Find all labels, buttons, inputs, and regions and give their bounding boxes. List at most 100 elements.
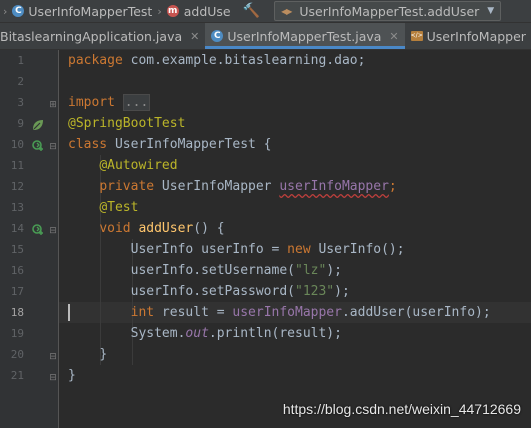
line-number: 11 [10,159,24,172]
tab-bitaslearning-application[interactable]: BitaslearningApplication.java ✕ [0,23,205,49]
chevron-right-icon: › [3,4,8,18]
breadcrumb-class-label: UserInfoMapperTest [28,3,153,19]
tab-label: UserInfoMapper [426,28,526,44]
editor-tab-bar: BitaslearningApplication.java ✕ C UserIn… [0,23,531,50]
class-icon: C [12,5,25,17]
breadcrumb-method-label: addUse [183,3,231,19]
fold-end-icon[interactable]: ⊟ [49,374,57,383]
code-line-13: @Test [68,197,138,218]
semicolon: ; [388,179,397,194]
code-text: .addUser(userInfo); [341,305,491,320]
line-number: 2 [17,75,24,88]
code-line-15: UserInfo userInfo = new UserInfo(); [68,239,405,260]
annotation: @Autowired [99,158,178,173]
code-line-9: @SpringBootTest [68,113,185,134]
method-icon: m [166,5,179,17]
code-text: ); [326,263,342,278]
code-line-12: private UserInfoMapper userInfoMapper; [68,176,397,197]
closing-brace: } [99,347,108,362]
code-text: UserInfo userInfo = [130,242,288,257]
line-number: 15 [10,243,24,256]
keyword: import [68,95,115,110]
code-line-3: import ... [68,92,151,113]
code-text: System. [130,326,186,341]
build-hammer-icon[interactable]: 🔨 [243,3,260,19]
test-class-icon: C [211,30,224,42]
close-icon[interactable]: ✕ [190,30,199,43]
tab-label: BitaslearningApplication.java [0,28,183,44]
line-number: 3 [17,96,24,109]
run-test-icon[interactable] [31,223,45,237]
code-text: userInfo.setPassword( [130,284,295,299]
code-text: result = [154,305,233,320]
breadcrumb-class[interactable]: C UserInfoMapperTest [10,0,154,22]
code-line-10: class UserInfoMapperTest { [68,134,272,155]
line-number: 9 [17,117,24,130]
spring-bean-icon[interactable] [31,118,45,132]
line-number: 19 [10,327,24,340]
chevron-right-icon: › [157,4,162,18]
code-line-14: void addUser() { [68,218,225,239]
code-text: UserInfoMapperTest { [107,137,272,152]
string-literal: "lz" [295,263,327,278]
run-test-icon[interactable] [31,139,45,153]
code-line-1: package com.example.bitaslearning.dao; [68,50,365,71]
run-config-icon: ◀▶ [281,6,292,16]
run-config-label: UserInfoMapperTest.addUser [299,3,480,19]
mapper-xml-icon: </> [410,31,423,41]
tab-user-info-mapper[interactable]: </> UserInfoMapper [405,23,531,49]
fold-minus-icon[interactable]: ⊟ [49,143,57,152]
code-text: () { [193,221,225,236]
close-icon[interactable]: ✕ [389,30,398,43]
line-number: 20 [10,348,24,361]
fold-end-icon[interactable]: ⊟ [49,353,57,362]
annotation: @Test [99,200,139,215]
dropdown-arrow-icon: ▼ [487,6,495,16]
code-text: ); [334,284,350,299]
watermark-text: https://blog.csdn.net/weixin_44712669 [282,401,521,417]
keyword: int [130,305,155,320]
code-line-21: } [68,365,76,386]
line-number: 16 [10,264,24,277]
string-literal: "123" [295,284,335,299]
line-number: 12 [10,180,24,193]
static-field: out [185,326,209,341]
line-number: 14 [10,222,24,235]
keyword: class [68,137,108,152]
code-text: .println(result); [208,326,342,341]
fold-minus-icon[interactable]: ⊟ [49,227,57,236]
line-number: 10 [10,138,24,151]
keyword: package [68,53,123,68]
line-number: 13 [10,201,24,214]
line-number: 17 [10,285,24,298]
code-line-18: int result = userInfoMapper.addUser(user… [68,302,491,323]
line-number: 1 [17,54,24,67]
navigation-bar: › C UserInfoMapperTest › m addUse 🔨 ◀▶ U… [0,0,531,23]
code-text: UserInfoMapper [154,179,280,194]
closing-brace: } [68,368,76,383]
tab-user-info-mapper-test[interactable]: C UserInfoMapperTest.java ✕ [205,23,405,49]
ide-window: › C UserInfoMapperTest › m addUse 🔨 ◀▶ U… [0,0,531,428]
tab-label: UserInfoMapperTest.java [227,28,382,44]
code-text: userInfo.setUsername( [130,263,295,278]
method-name: addUser [138,221,194,236]
keyword: new [287,242,311,257]
field-reference: userInfoMapper [232,305,342,320]
fold-plus-icon[interactable]: ⊞ [49,101,57,110]
code-editor[interactable]: package com.example.bitaslearning.dao; i… [59,50,531,428]
code-text: com.example.bitaslearning.dao; [122,53,366,68]
keyword: void [99,221,131,236]
code-line-19: System.out.println(result); [68,323,342,344]
line-number: 21 [10,369,24,382]
keyword: private [99,179,155,194]
run-configuration-selector[interactable]: ◀▶ UserInfoMapperTest.addUser ▼ [274,1,502,21]
field-with-warning: userInfoMapper [279,179,389,194]
code-line-17: userInfo.setPassword("123"); [68,281,350,302]
code-text: UserInfo(); [310,242,405,257]
breadcrumb-method[interactable]: m addUse [165,0,233,22]
collapsed-imports[interactable]: ... [122,94,151,111]
code-line-16: userInfo.setUsername("lz"); [68,260,342,281]
line-number-current: 18 [10,306,24,319]
code-line-11: @Autowired [68,155,178,176]
editor-gutter[interactable]: 1 2 3 9 10 11 12 13 14 15 16 17 18 19 20… [0,50,59,428]
